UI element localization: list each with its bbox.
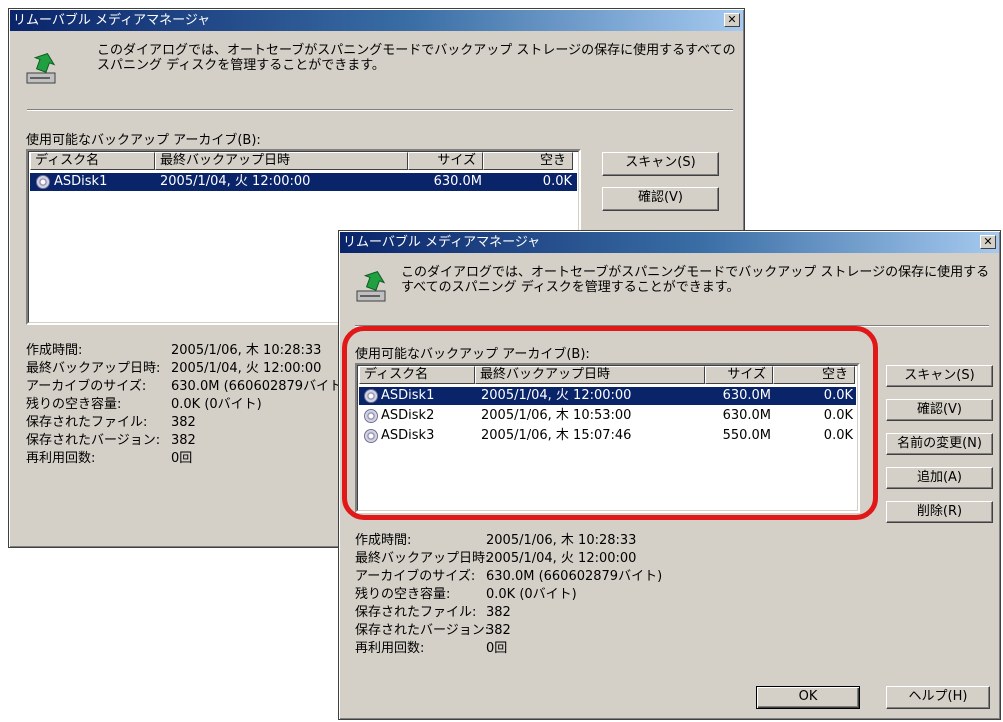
info-values: 2005/1/06, 木 10:28:33 2005/1/04, 火 12:00… — [486, 532, 662, 658]
info-versions-label: 保存されたバージョン: — [355, 623, 490, 638]
back-info-files-label: 保存されたファイル: — [26, 415, 148, 430]
table-row[interactable]: ASDisk1 2005/1/04, 火 12:00:00 630.0M 0.0K — [359, 387, 856, 405]
info-free-value: 0.0K (0バイト) — [486, 587, 577, 602]
row-size: 550.0M — [722, 428, 771, 443]
back-info-free-label: 残りの空き容量: — [26, 397, 122, 412]
row-name: ASDisk3 — [381, 428, 435, 443]
back-info-versions-value: 382 — [171, 433, 196, 448]
back-row-free: 0.0K — [542, 174, 572, 189]
front-archive-list[interactable]: ディスク名 最終バックアップ日時 サイズ 空き ASDisk1 2005/1/04… — [355, 363, 860, 513]
back-description: このダイアログでは、オートセーブがスパニングモードでバックアップ ストレージの保… — [97, 43, 736, 73]
back-dialog-title: リムーバブル メディアマネージャ — [13, 13, 211, 28]
disk-icon — [364, 389, 378, 403]
row-size: 630.0M — [722, 388, 771, 403]
row-free: 0.0K — [823, 388, 853, 403]
back-col-last-backup[interactable]: 最終バックアップ日時 — [155, 152, 408, 170]
info-files-label: 保存されたファイル: — [355, 605, 477, 620]
info-last-backup-value: 2005/1/04, 火 12:00:00 — [486, 551, 637, 566]
back-info-last-backup-value: 2005/1/04, 火 12:00:00 — [171, 361, 322, 376]
rename-button[interactable]: 名前の変更(N) — [886, 433, 993, 455]
disk-icon — [36, 175, 50, 189]
back-col-size[interactable]: サイズ — [408, 152, 483, 170]
col-disk-name[interactable]: ディスク名 — [359, 366, 475, 384]
close-icon: ✕ — [983, 235, 993, 248]
removable-media-icon — [356, 271, 386, 302]
back-archives-label: 使用可能なバックアップ アーカイブ(B): — [26, 133, 261, 148]
front-archives-label: 使用可能なバックアップ アーカイブ(B): — [355, 347, 590, 362]
back-info-last-backup-label: 最終バックアップ日時: — [26, 361, 161, 376]
info-archive-size-label: アーカイブのサイズ: — [355, 569, 476, 584]
back-close-button[interactable]: ✕ — [724, 13, 740, 27]
back-row-size: 630.0M — [433, 174, 482, 189]
disk-icon — [364, 429, 378, 443]
info-labels: 作成時間: 最終バックアップ日時: アーカイブのサイズ: 残りの空き容量: 保存… — [355, 532, 489, 658]
scan-button[interactable]: スキャン(S) — [886, 365, 993, 387]
front-close-button[interactable]: ✕ — [980, 235, 996, 249]
info-created-label: 作成時間: — [355, 533, 412, 548]
add-button[interactable]: 追加(A) — [886, 467, 993, 489]
back-separator — [27, 109, 733, 111]
front-title-bar[interactable]: リムーバブル メディアマネージャ ✕ — [340, 232, 999, 253]
back-row-date: 2005/1/04, 火 12:00:00 — [160, 174, 311, 189]
delete-button[interactable]: 削除(R) — [886, 501, 993, 523]
row-date: 2005/1/04, 火 12:00:00 — [481, 388, 632, 403]
table-row[interactable]: ASDisk3 2005/1/06, 木 15:07:46 550.0M 0.0K — [359, 427, 856, 445]
help-button[interactable]: ヘルプ(H) — [886, 686, 990, 709]
info-reuse-label: 再利用回数: — [355, 641, 425, 656]
row-date: 2005/1/06, 木 10:53:00 — [481, 408, 632, 423]
front-dialog-title: リムーバブル メディアマネージャ — [343, 235, 541, 250]
back-info-created-label: 作成時間: — [26, 343, 83, 358]
col-size[interactable]: サイズ — [705, 366, 773, 384]
row-free: 0.0K — [823, 408, 853, 423]
back-info-archive-size-value: 630.0M (660602879バイト — [171, 379, 343, 394]
back-info-created-value: 2005/1/06, 木 10:28:33 — [171, 343, 322, 358]
back-scan-button[interactable]: スキャン(S) — [602, 152, 719, 176]
back-info-reuse-label: 再利用回数: — [26, 451, 96, 466]
back-info-free-value: 0.0K (0バイト) — [171, 397, 262, 412]
front-separator — [355, 325, 989, 327]
info-archive-size-value: 630.0M (660602879バイト) — [486, 569, 663, 584]
col-free[interactable]: 空き — [773, 366, 855, 384]
back-row-name: ASDisk1 — [54, 174, 108, 189]
back-info-archive-size-label: アーカイブのサイズ: — [26, 379, 147, 394]
row-date: 2005/1/06, 木 15:07:46 — [481, 428, 632, 443]
back-info-files-value: 382 — [171, 415, 196, 430]
row-name: ASDisk1 — [381, 388, 435, 403]
front-dialog: リムーバブル メディアマネージャ ✕ このダイアログでは、オートセーブがスパニン… — [338, 230, 1001, 720]
row-size: 630.0M — [722, 408, 771, 423]
table-row[interactable]: ASDisk2 2005/1/06, 木 10:53:00 630.0M 0.0K — [359, 407, 856, 425]
back-title-bar[interactable]: リムーバブル メディアマネージャ ✕ — [10, 10, 743, 31]
back-col-free[interactable]: 空き — [483, 152, 573, 170]
info-versions-value: 382 — [486, 623, 511, 638]
back-info-labels: 作成時間: 最終バックアップ日時: アーカイブのサイズ: 残りの空き容量: 保存… — [26, 342, 160, 468]
back-info-versions-label: 保存されたバージョン: — [26, 433, 161, 448]
back-col-disk-name[interactable]: ディスク名 — [30, 152, 155, 170]
close-icon: ✕ — [727, 13, 737, 26]
ok-button[interactable]: OK — [756, 686, 860, 709]
row-name: ASDisk2 — [381, 408, 435, 423]
disk-icon — [364, 409, 378, 423]
removable-media-icon — [26, 53, 56, 84]
verify-button[interactable]: 確認(V) — [886, 399, 993, 421]
row-free: 0.0K — [823, 428, 853, 443]
back-table-row[interactable]: ASDisk1 2005/1/04, 火 12:00:00 630.0M 0.0… — [30, 173, 577, 191]
col-last-backup[interactable]: 最終バックアップ日時 — [475, 366, 705, 384]
info-files-value: 382 — [486, 605, 511, 620]
info-free-label: 残りの空き容量: — [355, 587, 451, 602]
info-last-backup-label: 最終バックアップ日時: — [355, 551, 490, 566]
back-info-values: 2005/1/06, 木 10:28:33 2005/1/04, 火 12:00… — [171, 342, 342, 468]
info-created-value: 2005/1/06, 木 10:28:33 — [486, 533, 637, 548]
front-description: このダイアログでは、オートセーブがスパニングモードでバックアップ ストレージの保… — [401, 265, 990, 295]
back-info-reuse-value: 0回 — [171, 451, 193, 466]
info-reuse-value: 0回 — [486, 641, 508, 656]
back-verify-button[interactable]: 確認(V) — [602, 187, 719, 211]
